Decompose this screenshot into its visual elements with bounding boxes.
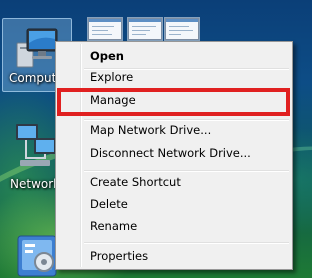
context-menu: Open Explore Manage Map Network Drive...… [55,41,293,270]
menu-item-manage[interactable]: Manage [90,90,288,111]
window-thumbnail[interactable] [88,18,122,40]
menu-item-delete[interactable]: Delete [90,194,288,215]
window-thumbnail[interactable] [165,18,199,40]
desktop[interactable]: Compute Network Open Explore Manage Map … [0,0,312,278]
menu-item-disconnect-network-drive[interactable]: Disconnect Network Drive... [90,143,288,164]
network-icon [16,124,56,166]
menu-item-open[interactable]: Open [90,46,288,67]
menu-icon-gutter [80,44,82,267]
window-thumbnail[interactable] [128,18,162,40]
computer-icon [16,28,58,68]
control-panel-icon [17,235,57,277]
menu-item-rename[interactable]: Rename [90,216,288,237]
menu-item-map-network-drive[interactable]: Map Network Drive... [90,120,288,141]
menu-item-explore[interactable]: Explore [90,67,288,88]
menu-item-properties[interactable]: Properties [90,246,288,267]
menu-separator [84,242,289,244]
desktop-icon-label: Network [10,177,61,191]
menu-item-create-shortcut[interactable]: Create Shortcut [90,172,288,193]
